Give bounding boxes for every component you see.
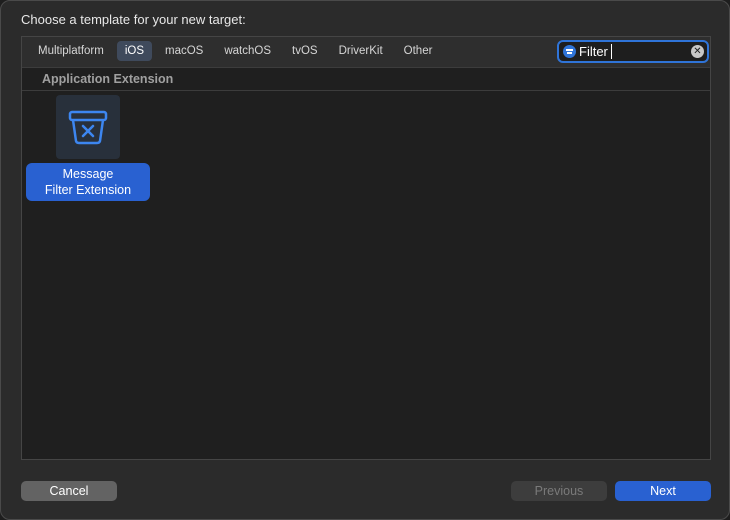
filter-input[interactable] xyxy=(579,43,687,60)
tab-watchos[interactable]: watchOS xyxy=(216,41,279,61)
tab-tvos[interactable]: tvOS xyxy=(284,41,326,61)
previous-button[interactable]: Previous xyxy=(511,481,607,501)
section-header: Application Extension xyxy=(22,68,710,91)
filter-search-field[interactable]: ✕ xyxy=(557,40,709,63)
template-item-message-filter[interactable] xyxy=(56,95,120,159)
cancel-button[interactable]: Cancel xyxy=(21,481,117,501)
tab-ios[interactable]: iOS xyxy=(116,41,152,61)
tab-driverkit[interactable]: DriverKit xyxy=(331,41,391,61)
template-label-line1: Message xyxy=(62,167,114,181)
clear-icon[interactable]: ✕ xyxy=(691,45,704,58)
platform-tabs: Multiplatform iOS macOS watchOS tvOS Dri… xyxy=(30,41,440,61)
platform-toolbar: Multiplatform iOS macOS watchOS tvOS Dri… xyxy=(22,37,710,68)
tab-other[interactable]: Other xyxy=(396,41,441,61)
template-label[interactable]: Message Filter Extension xyxy=(26,163,150,201)
tab-multiplatform[interactable]: Multiplatform xyxy=(30,41,112,61)
text-caret xyxy=(611,44,612,59)
filter-icon[interactable] xyxy=(563,45,576,58)
template-label-line2: Filter Extension xyxy=(44,183,132,197)
message-filter-icon xyxy=(68,110,108,145)
template-panel: Multiplatform iOS macOS watchOS tvOS Dri… xyxy=(21,36,711,460)
dialog-title: Choose a template for your new target: xyxy=(21,12,246,27)
section-title: Application Extension xyxy=(42,72,174,86)
tab-macos[interactable]: macOS xyxy=(157,41,211,61)
new-target-dialog: Choose a template for your new target: M… xyxy=(0,0,730,520)
next-button[interactable]: Next xyxy=(615,481,711,501)
